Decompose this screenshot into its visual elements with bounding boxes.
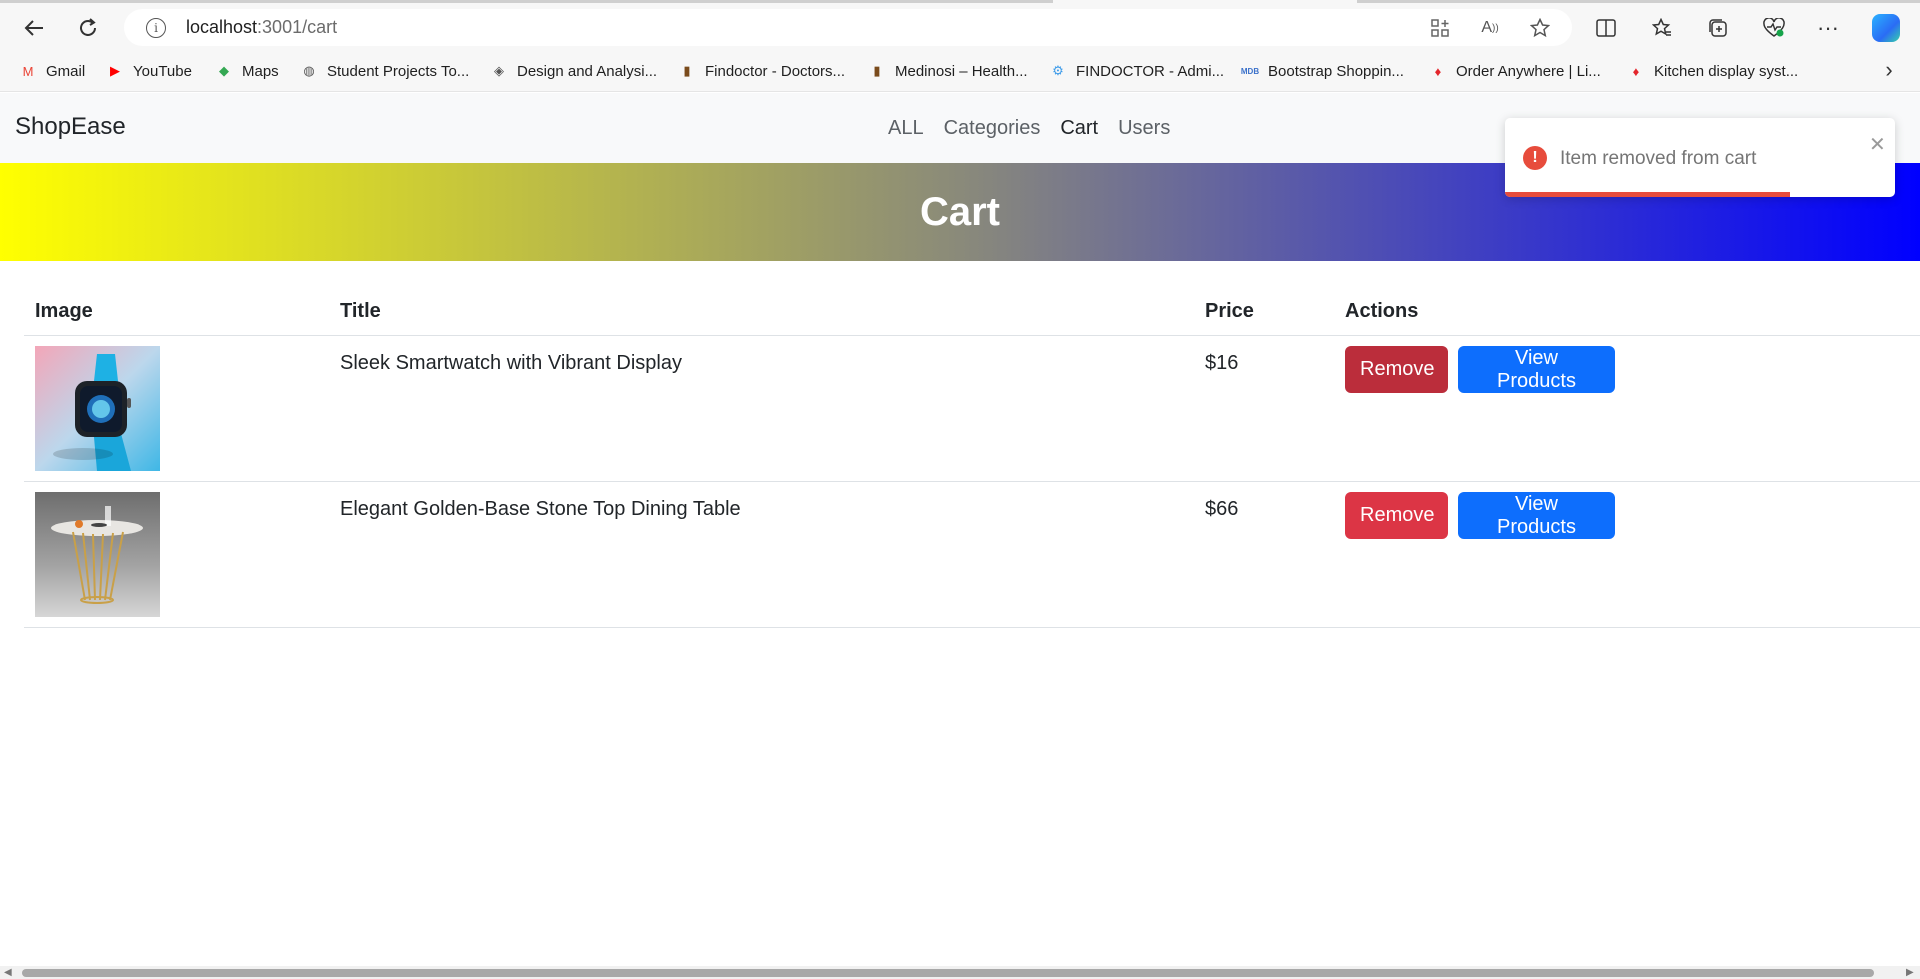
dining-table-image xyxy=(35,492,160,617)
column-header-actions: Actions xyxy=(1345,300,1419,322)
maps-icon: ◆ xyxy=(219,63,229,78)
scrollbar-thumb[interactable] xyxy=(22,969,1874,977)
bookmarks-bar: M Gmail ▶ YouTube ◆ Maps ◍ Student Projects To.… xyxy=(0,56,1920,86)
nav-link-categories[interactable]: Categories xyxy=(944,117,1041,140)
bookmark-label: YouTube xyxy=(133,62,192,80)
bookmark-item[interactable]: ▮ Medinosi – Health... xyxy=(867,59,1028,83)
site-info-icon[interactable]: i xyxy=(146,18,166,38)
bookmark-item[interactable]: M Gmail xyxy=(18,59,86,83)
bookmark-item[interactable]: ♦ Order Anywhere | Li... xyxy=(1428,59,1601,83)
nav-links: ALL Categories Cart Users xyxy=(888,117,1170,140)
bookmark-item[interactable]: ◈ Design and Analysi... xyxy=(489,59,657,83)
findoctor-admin-icon: ⚙ xyxy=(1052,63,1064,78)
nav-link-cart[interactable]: Cart xyxy=(1060,117,1098,140)
scroll-right-icon[interactable]: ▶ xyxy=(1906,967,1914,978)
remove-button[interactable]: Remove xyxy=(1345,346,1448,393)
product-price: $66 xyxy=(1205,498,1239,520)
copilot-icon[interactable] xyxy=(1872,14,1900,42)
bookmark-label: Maps xyxy=(242,62,279,80)
bookmark-label: Gmail xyxy=(46,62,86,80)
bookmark-label: Student Projects To... xyxy=(327,62,470,80)
tab-indicator xyxy=(1357,0,1920,3)
refresh-icon[interactable] xyxy=(72,12,104,44)
horizontal-scrollbar[interactable]: ◀ ▶ xyxy=(0,966,1920,979)
bookmark-item[interactable]: ◍ Student Projects To... xyxy=(299,59,469,83)
nav-link-all[interactable]: ALL xyxy=(888,117,924,140)
bookmark-label: Kitchen display syst... xyxy=(1654,62,1799,80)
bookmark-item[interactable]: ▮ Findoctor - Doctors... xyxy=(677,59,845,83)
view-products-button[interactable]: View Products xyxy=(1458,346,1615,393)
page-title: Cart xyxy=(919,189,1001,234)
apps-icon[interactable] xyxy=(1429,17,1451,39)
bookmark-item[interactable]: ⚙ FINDOCTOR - Admi... xyxy=(1048,59,1224,83)
close-icon[interactable]: ✕ xyxy=(1869,132,1886,157)
favorites-icon[interactable] xyxy=(1646,12,1678,44)
medinosi-icon: ▮ xyxy=(873,63,881,78)
nav-link-users[interactable]: Users xyxy=(1118,117,1170,140)
back-icon[interactable] xyxy=(18,12,50,44)
view-products-button[interactable]: View Products xyxy=(1458,492,1615,539)
bookmark-label: FINDOCTOR - Admi... xyxy=(1076,62,1225,80)
more-options-icon[interactable]: ··· xyxy=(1812,12,1844,44)
table-header: Image Title Price Actions xyxy=(24,290,1920,336)
bookmark-label: Order Anywhere | Li... xyxy=(1456,62,1601,80)
bookmark-label: Medinosi – Health... xyxy=(895,62,1028,80)
split-screen-icon[interactable] xyxy=(1590,12,1622,44)
youtube-icon: ▶ xyxy=(110,63,120,78)
bookmark-label: Bootstrap Shoppin... xyxy=(1268,62,1404,80)
tab-indicator xyxy=(0,0,1053,3)
remove-button[interactable]: Remove xyxy=(1345,492,1448,539)
bookmark-label: Findoctor - Doctors... xyxy=(705,62,846,80)
collections-icon[interactable] xyxy=(1702,12,1734,44)
browser-toolbar: i localhost:3001/cart A)) ··· M Gmail ▶ You… xyxy=(0,0,1920,92)
column-header-image: Image xyxy=(35,300,93,322)
error-icon: ! xyxy=(1523,146,1547,170)
product-title: Elegant Golden-Base Stone Top Dining Tab… xyxy=(340,498,741,520)
product-title: Sleek Smartwatch with Vibrant Display xyxy=(340,352,682,374)
tab-strip xyxy=(0,0,1920,3)
bookmark-item[interactable]: ◆ Maps xyxy=(214,59,279,83)
brand-logo[interactable]: ShopEase xyxy=(15,113,126,141)
read-aloud-icon[interactable]: A)) xyxy=(1479,17,1501,39)
bookmark-item[interactable]: ♦ Kitchen display syst... xyxy=(1626,59,1799,83)
smartwatch-image xyxy=(35,346,160,471)
design-analysis-icon: ◈ xyxy=(494,63,504,78)
column-header-title: Title xyxy=(340,300,381,322)
findoctor-icon: ▮ xyxy=(683,63,691,78)
column-header-price: Price xyxy=(1205,300,1254,322)
bookmark-item[interactable]: ▶ YouTube xyxy=(105,59,192,83)
address-bar[interactable]: i localhost:3001/cart A)) xyxy=(124,9,1572,46)
flame-icon: ♦ xyxy=(1434,63,1442,79)
table-row: Sleek Smartwatch with Vibrant Display $1… xyxy=(24,336,1920,482)
chevron-right-icon[interactable]: › xyxy=(1877,57,1901,82)
flame-icon: ♦ xyxy=(1632,63,1640,79)
table-row: Elegant Golden-Base Stone Top Dining Tab… xyxy=(24,482,1920,628)
toast-progress-bar xyxy=(1505,192,1790,197)
cart-table: Image Title Price Actions Sleek Smartwat… xyxy=(24,290,1920,628)
toast-notification: ! Item removed from cart ✕ xyxy=(1505,118,1895,197)
bookmark-label: Design and Analysi... xyxy=(517,62,658,80)
scroll-left-icon[interactable]: ◀ xyxy=(4,967,12,978)
gmail-icon: M xyxy=(22,63,34,79)
mdb-icon: MDB xyxy=(1240,66,1260,76)
toast-message: Item removed from cart xyxy=(1560,148,1757,169)
product-price: $16 xyxy=(1205,352,1239,374)
student-projects-icon: ◍ xyxy=(303,63,315,78)
browser-essentials-icon[interactable] xyxy=(1758,12,1790,44)
bookmark-item[interactable]: MDB Bootstrap Shoppin... xyxy=(1240,59,1404,83)
favorite-star-icon[interactable] xyxy=(1529,17,1551,39)
url-text[interactable]: localhost:3001/cart xyxy=(186,17,337,38)
